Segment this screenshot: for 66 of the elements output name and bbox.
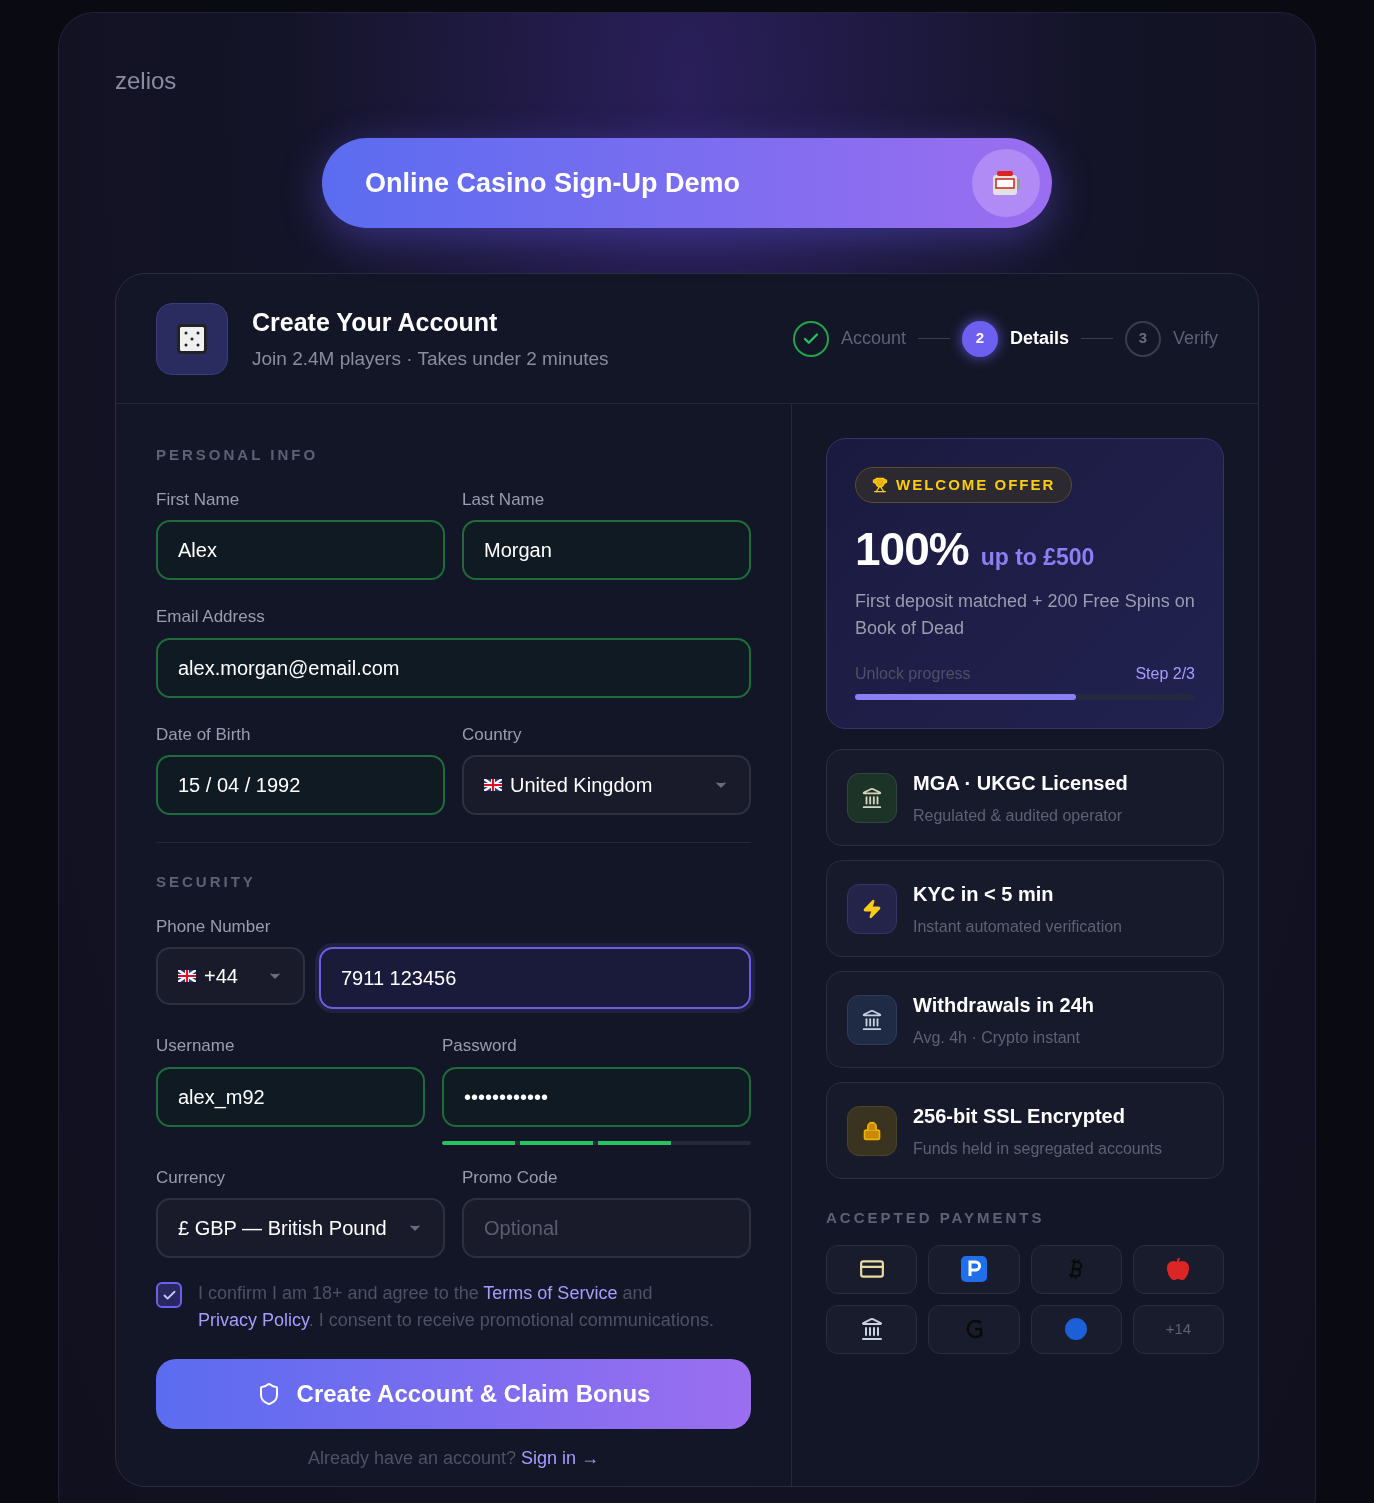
step-indicator: 3	[1124, 320, 1161, 357]
dial-code-select[interactable]: +44	[156, 947, 305, 1005]
field-label: Last Name	[462, 488, 546, 511]
card-title: Create Your Account	[252, 306, 499, 338]
feature-title: Withdrawals in 24h	[913, 992, 1094, 1018]
select-field[interactable]: United Kingdom	[462, 755, 751, 815]
section-heading: ACCEPTED PAYMENTS	[826, 1208, 1046, 1228]
input-field[interactable]: ••••••••••••	[442, 1066, 751, 1127]
welcome-offer-badge: WELCOME OFFER	[855, 467, 1073, 503]
circle-icon	[1064, 1317, 1089, 1341]
step-label: Account	[840, 327, 906, 350]
p-square-icon	[960, 1256, 987, 1282]
feature-subtitle: Regulated & audited operator	[913, 805, 1124, 826]
lock-icon	[862, 1120, 882, 1141]
slot-machine-icon	[972, 149, 1040, 217]
terms-link[interactable]: Terms of Service	[483, 1283, 618, 1303]
field-label: Email Address	[156, 606, 266, 628]
field-label: Currency	[156, 1166, 226, 1189]
title-banner: Online Casino Sign-Up Demo	[322, 138, 1052, 228]
trophy-icon	[872, 477, 888, 493]
section-heading: PERSONAL INFO	[156, 445, 320, 465]
progress-step: Step 2/3	[1135, 662, 1195, 686]
flag-icon	[484, 779, 502, 791]
field-label: Username	[156, 1035, 236, 1057]
privacy-link[interactable]: Privacy Policy	[198, 1310, 309, 1330]
field-label: Password	[442, 1035, 518, 1057]
more-payments-tile: +14	[1132, 1304, 1224, 1354]
signin-link[interactable]: Sign in →	[521, 1448, 600, 1468]
step-label: Details	[1009, 327, 1069, 350]
submit-button[interactable]: Create Account & Claim Bonus	[156, 1359, 751, 1429]
card-subtitle: Join 2.4M players · Takes under 2 minutes	[252, 347, 609, 371]
bank-building-icon	[861, 1008, 883, 1031]
input-field[interactable]: Morgan	[462, 520, 751, 580]
dice-icon	[156, 302, 228, 375]
field-label: First Name	[156, 488, 241, 511]
bank-building-icon	[861, 786, 883, 809]
bonus-percent: 100%	[855, 522, 969, 577]
bank-building-icon	[859, 1317, 884, 1341]
flag-icon	[178, 970, 196, 982]
field-label: Phone Number	[156, 915, 272, 938]
lightning-icon	[862, 898, 882, 919]
feature-subtitle: Instant automated verification	[913, 916, 1122, 937]
feature-subtitle: Funds held in segregated accounts	[913, 1138, 1163, 1159]
feature-title: KYC in < 5 min	[913, 881, 1055, 907]
field-label: Date of Birth	[156, 723, 252, 746]
apple-icon	[1166, 1257, 1191, 1281]
step-label: Verify	[1172, 327, 1218, 350]
consent-text: I confirm I am 18+ and agree to the Terms of Service and Privacy Policy. I consent to receive promotional communications.	[198, 1282, 715, 1332]
brand-logo: zelios	[115, 66, 178, 96]
feature-subtitle: Avg. 4h · Crypto instant	[913, 1027, 1081, 1048]
consent-checkbox[interactable]	[156, 1282, 182, 1308]
offer-description: First deposit matched + 200 Free Spins on Book of Dead	[855, 590, 1195, 640]
phone-input[interactable]: 7911 123456	[319, 947, 751, 1009]
feature-title: MGA · UKGC Licensed	[913, 770, 1128, 796]
input-field[interactable]: 15 / 04 / 1992	[156, 755, 445, 815]
signin-prompt: Already have an account? Sign in →	[306, 1447, 601, 1470]
bonus-limit: up to £500	[980, 543, 1095, 572]
feature-title: 256-bit SSL Encrypted	[913, 1103, 1126, 1129]
field-label: Promo Code	[462, 1166, 559, 1189]
section-heading: SECURITY	[156, 872, 257, 892]
input-field[interactable]: alex.morgan@email.com	[156, 637, 751, 698]
select-field[interactable]: £ GBP — British Pound	[156, 1198, 445, 1258]
field-label: Country	[462, 723, 523, 746]
step-indicator: 2	[961, 320, 998, 357]
input-field[interactable]: alex_m92	[156, 1066, 425, 1127]
input-field[interactable]: Alex	[156, 520, 445, 580]
